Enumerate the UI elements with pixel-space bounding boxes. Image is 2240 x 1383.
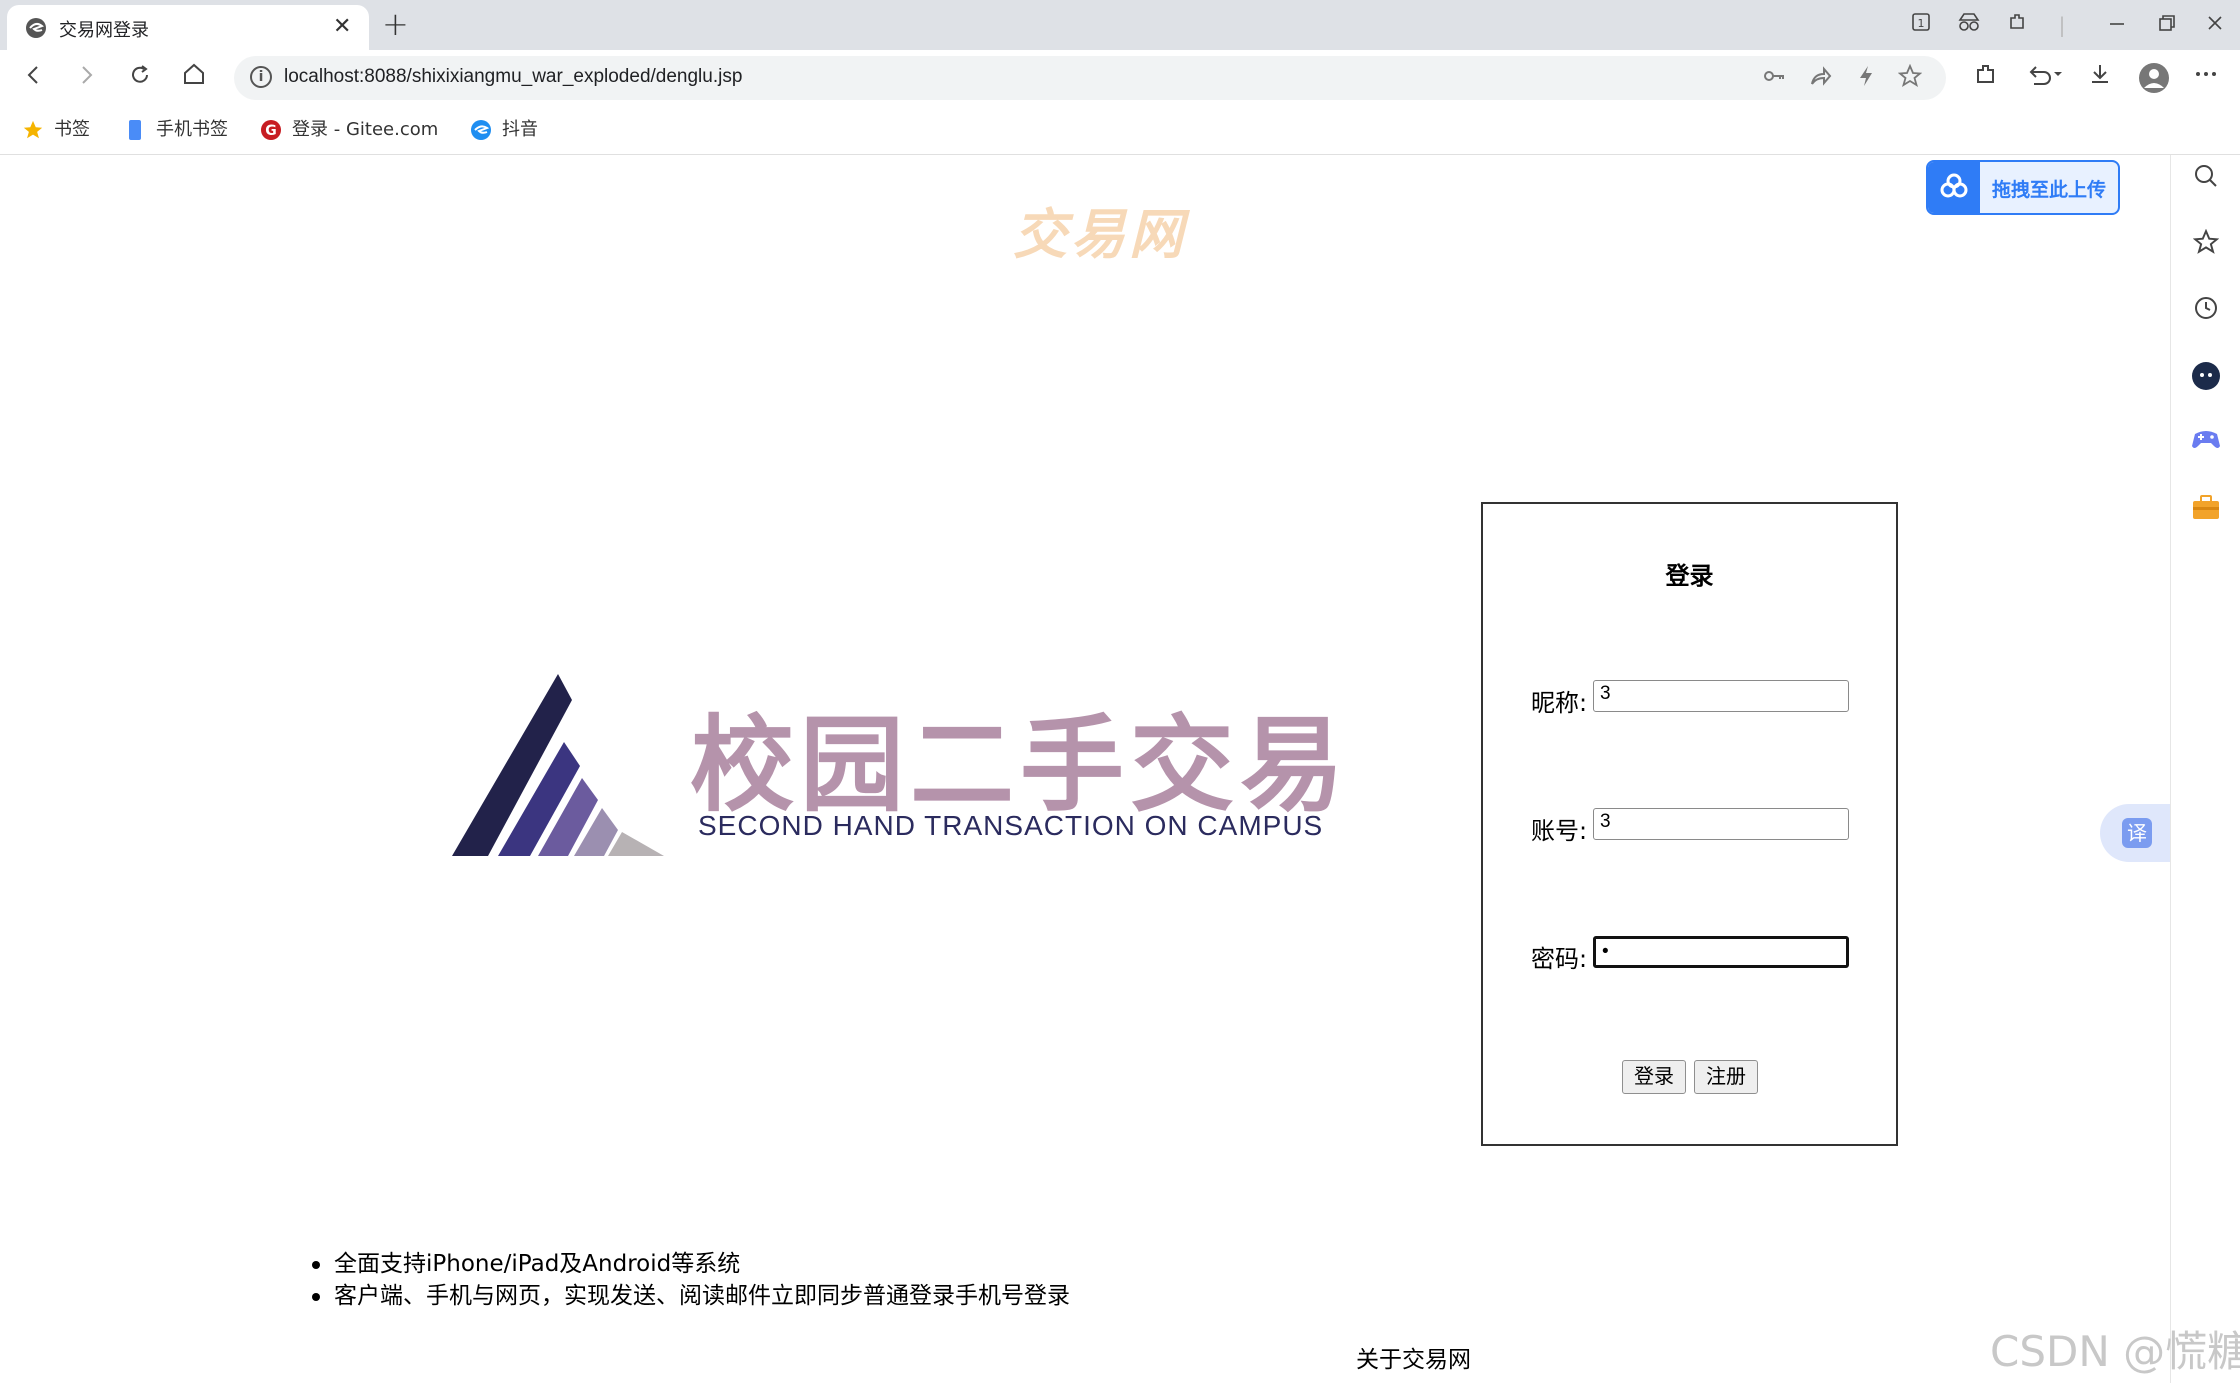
login-title: 登录 [1665,562,1714,590]
star-icon [22,119,44,141]
phone-bookmark-icon [124,119,146,141]
account-input[interactable]: 3 [1593,808,1849,840]
cloud-upload-icon [1928,162,1980,213]
share-icon[interactable] [1806,64,1834,92]
side-panel [2170,155,2240,1383]
about-link[interactable]: 关于交易网 [1356,1340,1471,1374]
nickname-input[interactable]: 3 [1593,680,1849,712]
register-button[interactable]: 注册 [1694,1060,1758,1094]
extensions-icon[interactable] [2002,10,2032,40]
bookmarks-bar: 书签 手机书签 G 登录 - Gitee.com 抖音 [0,106,2240,155]
nickname-label: 昵称: [1531,689,1588,717]
undo-dropdown-icon[interactable] [2024,62,2068,94]
bookmark-label: 书签 [54,119,90,140]
triangle-logo-icon [452,674,664,856]
forward-icon[interactable] [70,62,102,94]
site-info-icon[interactable]: i [250,66,272,88]
list-item: 全面支持iPhone/iPad及Android等系统 [310,1248,1070,1280]
home-icon[interactable] [178,62,210,94]
browser-tab[interactable]: 交易网登录 ✕ [7,5,369,50]
gitee-icon: G [260,119,282,141]
account-label: 账号: [1531,817,1588,845]
url-text[interactable]: localhost:8088/shixixiangmu_war_exploded… [284,66,742,88]
drag-upload-button[interactable]: 拖拽至此上传 [1926,160,2120,215]
bookmark-label: 登录 - Gitee.com [292,119,439,140]
douyin-icon [470,119,492,141]
browser-logo-icon [26,18,46,38]
watermark: CSDN @慌糖 [1990,1327,2240,1376]
tab-title: 交易网登录 [59,20,149,41]
separator: | [2058,13,2066,37]
translate-icon: 译 [2122,818,2152,848]
tab-bar: 交易网登录 ✕ + 1 | [0,0,2240,50]
password-input[interactable]: • [1593,936,1849,968]
assistant-bot-icon[interactable] [2189,361,2223,395]
upload-label: 拖拽至此上传 [1992,179,2107,201]
campus-logo: 校园二手交易 SECOND HAND TRANSACTION ON CAMPUS [450,670,1344,870]
lightning-icon[interactable] [1852,64,1880,92]
list-item: 客户端、手机与网页，实现发送、阅读邮件立即同步普通登录手机号登录 [310,1280,1070,1312]
tab-actions-icon[interactable]: 1 [1906,10,1936,40]
favorites-icon[interactable] [2189,228,2223,263]
translate-button[interactable]: 译 [2100,804,2170,862]
feature-list: 全面支持iPhone/iPad及Android等系统 客户端、手机与网页，实现发… [310,1248,1070,1312]
login-button[interactable]: 登录 [1622,1060,1686,1094]
password-label: 密码: [1531,945,1588,973]
puzzle-extensions-icon[interactable] [1970,62,2002,94]
tab-close-icon[interactable]: ✕ [333,13,351,41]
address-bar[interactable]: i localhost:8088/shixixiangmu_war_explod… [234,56,1946,100]
avatar-icon[interactable] [2138,62,2170,94]
browser-toolbar: i localhost:8088/shixixiangmu_war_explod… [0,50,2240,106]
minimize-icon[interactable] [2100,10,2134,40]
bookmark-item[interactable]: G 登录 - Gitee.com [260,116,438,144]
more-menu-icon[interactable] [2190,62,2222,94]
bookmark-star-icon[interactable] [1896,63,1924,92]
incognito-icon[interactable] [1954,10,1984,40]
logo-english-text: SECOND HAND TRANSACTION ON CAMPUS [698,810,1324,841]
restore-icon[interactable] [2150,10,2184,40]
login-form: 登录 昵称: 3 账号: 3 密码: • 登录 注册 [1481,502,1898,1146]
bookmark-item[interactable]: 书签 [22,116,90,144]
svg-text:G: G [265,123,277,139]
download-icon[interactable] [2084,62,2116,94]
site-title: 交易网 [1013,202,1187,266]
bookmark-label: 手机书签 [156,119,228,140]
logo-chinese-text: 校园二手交易 [690,703,1351,826]
svg-text:1: 1 [1918,17,1925,30]
game-controller-icon[interactable] [2189,427,2223,461]
history-icon[interactable] [2189,295,2223,329]
back-icon[interactable] [18,62,50,94]
bookmark-item[interactable]: 抖音 [470,116,538,144]
bookmark-label: 抖音 [502,119,538,140]
new-tab-button[interactable]: + [382,4,409,44]
search-icon[interactable] [2189,163,2223,197]
reload-icon[interactable] [124,62,156,94]
bookmark-item[interactable]: 手机书签 [124,116,228,144]
toolbox-icon[interactable] [2189,493,2223,527]
close-window-icon[interactable] [2198,10,2232,40]
password-key-icon[interactable] [1760,64,1788,92]
